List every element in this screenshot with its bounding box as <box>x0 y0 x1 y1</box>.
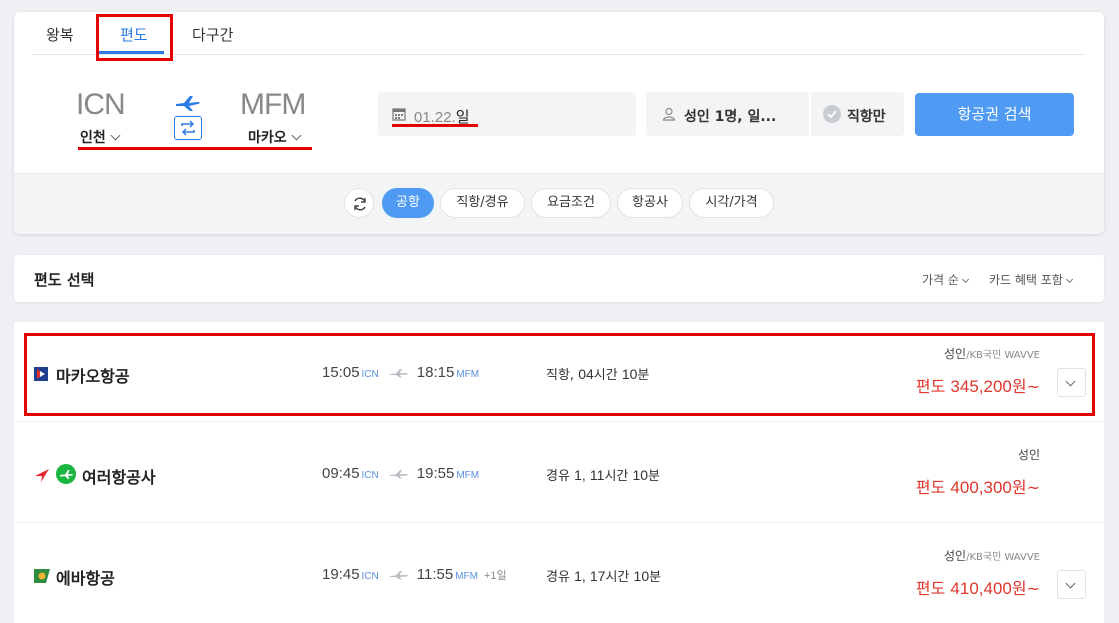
stop-count: 1, <box>574 568 586 584</box>
depart-airport-code: ICN <box>361 470 379 481</box>
fare-passenger-type: 성인 <box>1017 448 1040 462</box>
tab-multicity[interactable]: 다구간 <box>192 24 233 45</box>
flight-duration: 경유 1, 11시간 10분 <box>546 465 660 484</box>
flight-times: 09:45 ICN 19:55 MFM <box>322 465 479 482</box>
filter-chip-time-price[interactable]: 시각/가격 <box>689 188 774 218</box>
duration-minutes: 10 <box>632 467 649 483</box>
duration-minutes: 10 <box>633 568 650 584</box>
destination-city-select[interactable]: 마카오 <box>248 127 302 147</box>
filter-chip-stops[interactable]: 직항/경유 <box>440 188 525 218</box>
origin-code: ICN <box>76 88 126 121</box>
eva-air-logo-icon <box>34 569 50 583</box>
fare-condition: 성인/KB국민 WAVVE <box>944 547 1040 564</box>
airline-name: 에바항공 <box>56 569 115 588</box>
flight-search-button[interactable]: 항공권 검색 <box>915 93 1074 136</box>
chevron-down-icon <box>961 275 969 284</box>
flight-price: 편도 410,400원~ <box>916 575 1040 599</box>
sort-price-dropdown[interactable]: 가격 순 <box>922 271 969 288</box>
swap-route-button[interactable] <box>174 116 202 140</box>
fare-passenger-type: 성인 <box>943 549 967 563</box>
chevron-down-icon <box>110 130 121 141</box>
search-panel: 왕복 편도 다구간 ICN 인천 MFM 마카오 01.22.일 성인 1명, … <box>14 12 1104 234</box>
tab-roundtrip[interactable]: 왕복 <box>46 24 74 45</box>
direct-only-toggle[interactable]: 직항만 <box>811 92 904 136</box>
duration-minutes-unit: 분 <box>649 570 662 585</box>
origin-city-select[interactable]: 인천 <box>80 127 121 147</box>
airline-logo-icon <box>56 464 76 484</box>
person-icon <box>662 107 676 121</box>
route-highlight-underline <box>78 147 312 150</box>
duration-hours-unit: 시간 <box>604 469 629 484</box>
next-day-indicator: +1일 <box>484 570 507 582</box>
price-value: 400,300 <box>950 478 1012 497</box>
price-value: 410,400 <box>950 579 1012 598</box>
airplane-icon <box>389 470 408 479</box>
price-prefix: 편도 <box>915 478 946 497</box>
origin-city-label: 인천 <box>80 130 106 146</box>
check-circle-icon <box>823 105 841 123</box>
chevron-down-icon <box>1065 578 1076 589</box>
calendar-icon <box>392 108 406 121</box>
sort-card-label: 카드 혜택 포함 <box>989 273 1063 287</box>
stop-count: 1, <box>574 467 586 483</box>
duration-hours: 11 <box>589 467 605 483</box>
destination-code: MFM <box>240 88 306 121</box>
arrive-time: 19:55 <box>416 465 455 482</box>
expand-fares-button[interactable] <box>1057 570 1086 599</box>
results-title: 편도 선택 <box>34 271 95 289</box>
flight-row[interactable]: 에바항공 19:45 ICN 11:55 MFM +1일 경유 1, 17시간 10분 … <box>14 524 1104 623</box>
flight-duration: 경유 1, 17시간 10분 <box>546 566 661 585</box>
airline-logo-icon <box>35 469 49 482</box>
swap-icon <box>181 120 195 136</box>
passenger-label: 성인 1명, 일... <box>684 109 777 125</box>
stop-type: 경유 <box>546 469 570 484</box>
trip-type-tabs: 왕복 편도 다구간 <box>32 12 1086 55</box>
airline-name: 여러항공사 <box>82 468 156 487</box>
fare-card-benefit: /KB국민 WAVVE <box>966 552 1040 563</box>
results-header: 편도 선택 가격 순 카드 혜택 포함 <box>14 255 1104 302</box>
flight-row[interactable]: 여러항공사 09:45 ICN 19:55 MFM 경유 1, 11시간 10분 성인… <box>14 423 1104 523</box>
destination-city-label: 마카오 <box>248 130 287 146</box>
depart-airport-code: ICN <box>361 571 379 582</box>
arrive-time: 11:55 <box>416 566 454 583</box>
date-highlight-underline <box>392 124 478 127</box>
arrive-airport-code: MFM <box>455 571 478 582</box>
highlight-box-first-flight <box>24 333 1095 416</box>
chevron-down-icon <box>291 130 302 141</box>
reset-filters-button[interactable] <box>344 188 374 218</box>
fare-condition: 성인 <box>1018 446 1040 463</box>
price-unit: 원~ <box>1011 478 1040 497</box>
flight-price: 편도 400,300원~ <box>916 474 1040 498</box>
price-unit: 원~ <box>1011 579 1040 598</box>
refresh-icon <box>354 197 366 211</box>
depart-time: 09:45 <box>322 465 360 482</box>
date-field[interactable]: 01.22.일 <box>378 92 636 136</box>
duration-hours-unit: 시간 <box>605 570 630 585</box>
stop-type: 경유 <box>546 570 570 585</box>
sort-price-label: 가격 순 <box>922 273 959 287</box>
flight-times: 19:45 ICN 11:55 MFM +1일 <box>322 566 507 583</box>
passenger-select[interactable]: 성인 1명, 일... <box>646 92 809 136</box>
chevron-down-icon <box>1065 275 1073 284</box>
filter-chip-fare-conditions[interactable]: 요금조건 <box>531 188 611 218</box>
filter-bar: 공항 직항/경유 요금조건 항공사 시각/가격 <box>14 173 1104 234</box>
sort-card-dropdown[interactable]: 카드 혜택 포함 <box>989 271 1073 288</box>
price-prefix: 편도 <box>915 579 946 598</box>
duration-hours: 17 <box>589 568 606 584</box>
highlight-box-oneway-tab <box>96 14 173 61</box>
direct-only-label: 직항만 <box>847 109 886 125</box>
airplane-icon <box>389 571 408 580</box>
filter-chip-airline[interactable]: 항공사 <box>617 188 683 218</box>
depart-time: 19:45 <box>322 566 360 583</box>
airplane-icon <box>176 96 200 111</box>
filter-chip-airport[interactable]: 공항 <box>382 188 434 218</box>
arrive-airport-code: MFM <box>456 470 480 481</box>
duration-minutes-unit: 분 <box>648 469 661 484</box>
